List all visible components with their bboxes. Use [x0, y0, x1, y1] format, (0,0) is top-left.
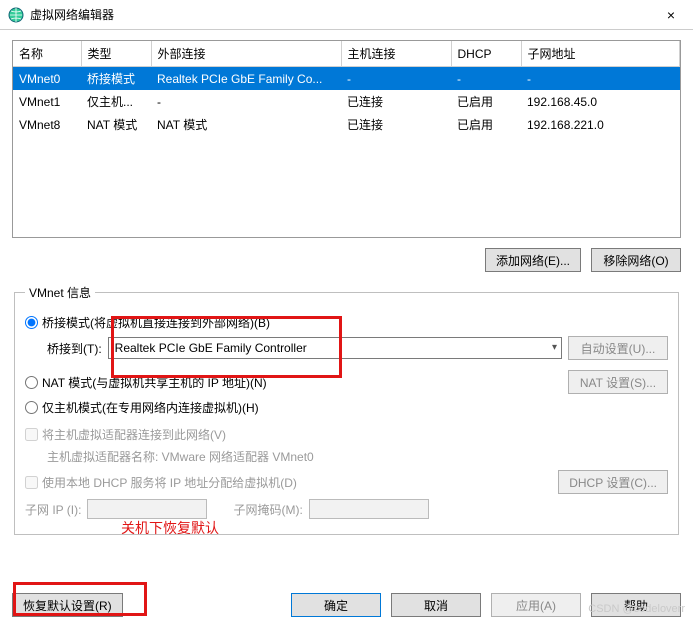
radio-nat-input[interactable]	[25, 376, 38, 389]
remove-network-button[interactable]: 移除网络(O)	[591, 248, 681, 272]
radio-hostonly-input[interactable]	[25, 401, 38, 414]
cancel-button[interactable]: 取消	[391, 593, 481, 617]
subnet-mask-label: 子网掩码(M):	[233, 501, 302, 518]
checkbox-host-adapter[interactable]: 将主机虚拟适配器连接到此网络(V)	[25, 426, 226, 443]
add-network-button[interactable]: 添加网络(E)...	[485, 248, 581, 272]
col-external[interactable]: 外部连接	[151, 41, 341, 67]
auto-setting-button[interactable]: 自动设置(U)...	[568, 336, 668, 360]
col-name[interactable]: 名称	[13, 41, 81, 67]
chevron-down-icon: ▾	[552, 342, 557, 353]
dhcp-setting-button[interactable]: DHCP 设置(C)...	[558, 470, 668, 494]
checkbox-dhcp-input	[25, 476, 38, 489]
ok-button[interactable]: 确定	[291, 593, 381, 617]
col-dhcp[interactable]: DHCP	[451, 41, 521, 67]
bridge-to-select[interactable]: Realtek PCIe GbE Family Controller ▾	[108, 337, 562, 359]
col-subnet[interactable]: 子网地址	[521, 41, 680, 67]
host-adapter-name: 主机虚拟适配器名称: VMware 网络适配器 VMnet0	[47, 448, 314, 465]
radio-bridge-input[interactable]	[25, 316, 38, 329]
radio-bridge[interactable]: 桥接模式(将虚拟机直接连接到外部网络)(B)	[25, 314, 270, 331]
col-host[interactable]: 主机连接	[341, 41, 451, 67]
radio-nat[interactable]: NAT 模式(与虚拟机共享主机的 IP 地址)(N)	[25, 374, 267, 391]
table-row[interactable]: VMnet8 NAT 模式 NAT 模式 已连接 已启用 192.168.221…	[13, 113, 680, 136]
table-row[interactable]: VMnet1 仅主机... - 已连接 已启用 192.168.45.0	[13, 90, 680, 113]
app-icon	[8, 7, 24, 23]
close-icon[interactable]: ×	[657, 1, 685, 29]
nat-setting-button[interactable]: NAT 设置(S)...	[568, 370, 668, 394]
help-button[interactable]: 帮助	[591, 593, 681, 617]
group-title: VMnet 信息	[25, 284, 95, 301]
subnet-ip-label: 子网 IP (I):	[25, 501, 81, 518]
checkbox-dhcp[interactable]: 使用本地 DHCP 服务将 IP 地址分配给虚拟机(D)	[25, 474, 297, 491]
apply-button[interactable]: 应用(A)	[491, 593, 581, 617]
subnet-mask-field	[309, 499, 429, 519]
restore-defaults-button[interactable]: 恢复默认设置(R)	[12, 593, 123, 617]
col-type[interactable]: 类型	[81, 41, 151, 67]
vmnet-info-group: VMnet 信息 桥接模式(将虚拟机直接连接到外部网络)(B) 桥接到(T): …	[14, 284, 679, 535]
table-row[interactable]: VMnet0 桥接模式 Realtek PCIe GbE Family Co..…	[13, 67, 680, 91]
window-title: 虚拟网络编辑器	[30, 6, 657, 23]
bridge-to-label: 桥接到(T):	[47, 340, 102, 357]
checkbox-host-adapter-input	[25, 428, 38, 441]
radio-hostonly[interactable]: 仅主机模式(在专用网络内连接虚拟机)(H)	[25, 399, 259, 416]
subnet-ip-field	[87, 499, 207, 519]
network-list[interactable]: 名称 类型 外部连接 主机连接 DHCP 子网地址 VMnet0 桥接模式 Re…	[12, 40, 681, 238]
